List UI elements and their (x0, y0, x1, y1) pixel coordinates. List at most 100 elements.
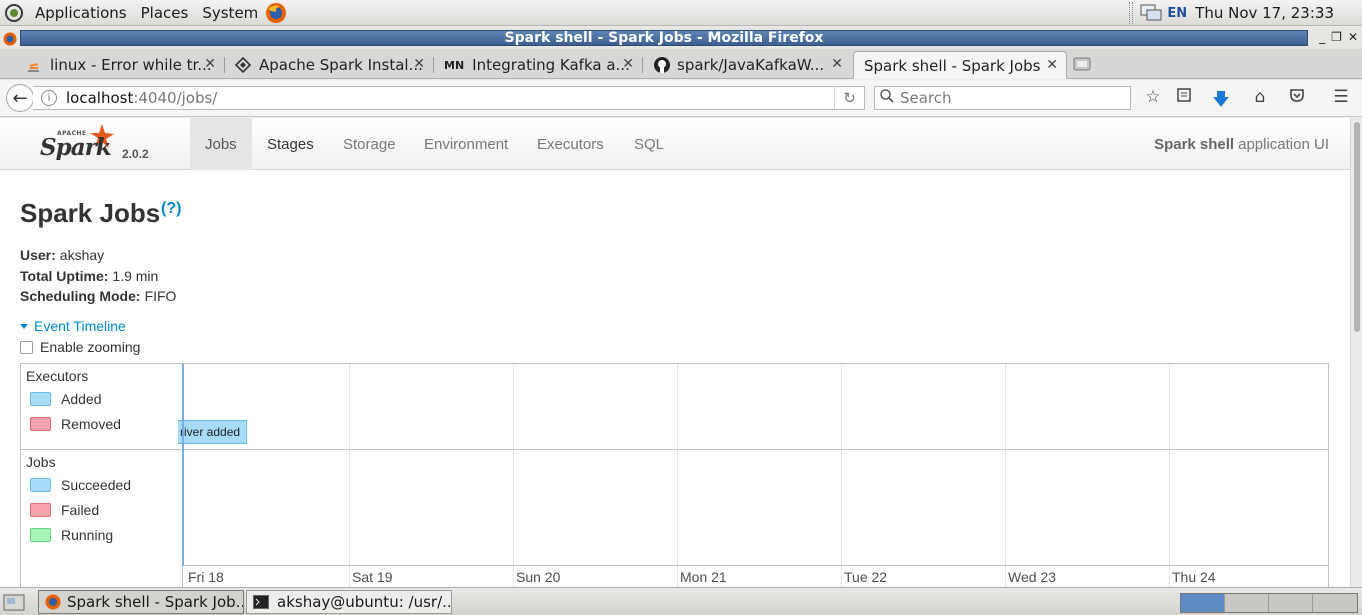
taskbar: Spark shell - Spark Job... akshay@ubuntu… (0, 587, 1362, 615)
failed-swatch (30, 503, 51, 517)
legend-removed: Removed (30, 416, 121, 432)
menu-system[interactable]: System (195, 0, 265, 26)
back-button[interactable]: ← (6, 84, 34, 112)
help-link[interactable]: (?) (161, 200, 181, 218)
workspace-1[interactable] (1181, 594, 1225, 612)
top-panel: Applications Places System EN Thu Nov 17… (0, 0, 1362, 26)
tab-close-icon[interactable]: ✕ (831, 56, 843, 72)
tab-linux-error[interactable]: linux - Error while tr... ✕ (16, 51, 224, 79)
bookmark-star-icon[interactable]: ☆ (1142, 87, 1164, 107)
group-executors: Executors (26, 368, 89, 384)
taskbar-label: akshay@ubuntu: /usr/... (277, 593, 452, 611)
legend-label: Added (61, 391, 102, 407)
gnome-foot-icon[interactable] (0, 0, 28, 26)
hamburger-menu-icon[interactable]: ☰ (1330, 87, 1352, 107)
day-sun-20: Sun 20 (516, 569, 561, 585)
maximize-button[interactable]: ❐ (1331, 30, 1342, 44)
tab-strip: linux - Error while tr... ✕ Apache Spark… (0, 49, 1362, 79)
legend-added: Added (30, 391, 101, 407)
menu-places[interactable]: Places (134, 0, 196, 26)
menu-applications[interactable]: Applications (28, 0, 134, 26)
url-bar[interactable]: i localhost :4040/jobs/ ↻ (33, 86, 865, 110)
tab-integrating-kafka[interactable]: MN Integrating Kafka a... ✕ (434, 51, 642, 79)
mn-site-icon: MN (444, 58, 465, 72)
event-timeline-toggle[interactable]: Event Timeline (20, 318, 126, 334)
page-content: APACHE Spark 2.0.2 Jobs Stages Storage E… (0, 118, 1350, 587)
url-host: localhost (66, 89, 134, 107)
legend-label: Succeeded (61, 477, 132, 493)
enable-zooming[interactable]: Enable zooming (20, 339, 140, 355)
search-bar[interactable]: Search (874, 86, 1131, 110)
diamond-site-icon (234, 56, 252, 74)
nav-environment[interactable]: Environment (409, 118, 523, 170)
home-icon[interactable]: ⌂ (1249, 87, 1271, 107)
firefox-window-icon[interactable] (3, 31, 17, 50)
workspace-switcher[interactable] (1180, 593, 1358, 613)
running-swatch (30, 528, 51, 542)
page-scrollbar[interactable] (1350, 118, 1362, 587)
keyboard-layout-indicator[interactable]: EN (1167, 6, 1187, 21)
github-icon (653, 56, 671, 74)
tab-apache-spark-install[interactable]: Apache Spark Instal... ✕ (225, 51, 433, 79)
day-sat-19: Sat 19 (352, 569, 393, 585)
firefox-launcher-icon[interactable] (265, 0, 291, 26)
reading-list-icon[interactable] (1173, 87, 1195, 108)
nav-stages[interactable]: Stages (252, 118, 329, 170)
workspace-3[interactable] (1269, 594, 1313, 612)
info-icon[interactable]: i (41, 90, 57, 106)
legend-failed: Failed (30, 502, 99, 518)
succeeded-swatch (30, 478, 51, 492)
tab-close-icon[interactable]: ✕ (622, 56, 634, 72)
nav-executors[interactable]: Executors (522, 118, 619, 170)
taskbar-firefox[interactable]: Spark shell - Spark Job... (38, 590, 244, 614)
tab-label: Apache Spark Instal... (259, 56, 423, 74)
user-info: User: akshay (20, 247, 104, 263)
tab-close-icon[interactable]: ✕ (413, 56, 425, 72)
back-arrow-icon: ← (12, 87, 28, 109)
tab-spark-jobs-active[interactable]: Spark shell - Spark Jobs ✕ (853, 51, 1067, 79)
clock[interactable]: Thu Nov 17, 23:33 (1195, 4, 1334, 22)
nav-bar: ← i localhost :4040/jobs/ ↻ Search ☆ 🡇 ⌂… (0, 80, 1362, 117)
timeline-now-line (182, 364, 184, 566)
legend-running: Running (30, 527, 113, 543)
event-timeline[interactable]: Executors Added Removed Jobs Succeeded F… (20, 363, 1329, 587)
window-titlebar[interactable]: Spark shell - Spark Jobs - Mozilla Firef… (0, 27, 1362, 49)
tab-close-icon[interactable]: ✕ (1046, 57, 1058, 73)
workspace-2[interactable] (1225, 594, 1269, 612)
firefox-icon (45, 594, 61, 610)
nav-storage[interactable]: Storage (328, 118, 411, 170)
search-placeholder: Search (900, 89, 952, 107)
new-tab-button[interactable] (1072, 56, 1094, 72)
zoom-checkbox[interactable] (20, 340, 33, 354)
workspace-4[interactable] (1313, 594, 1357, 612)
tab-close-icon[interactable]: ✕ (204, 56, 216, 72)
app-name: Spark shell (1154, 135, 1235, 153)
nav-sql[interactable]: SQL (619, 118, 679, 170)
app-suffix: application UI (1238, 135, 1329, 153)
downloads-icon[interactable]: 🡇 (1210, 87, 1232, 116)
day-mon-21: Mon 21 (680, 569, 727, 585)
minimize-button[interactable]: _ (1319, 30, 1325, 44)
nav-jobs[interactable]: Jobs (190, 118, 252, 170)
tab-label: spark/JavaKafkaW... (677, 56, 825, 74)
user-label: User: (20, 247, 56, 263)
uptime-info: Total Uptime: 1.9 min (20, 268, 158, 284)
user-value: akshay (59, 247, 105, 263)
reload-icon[interactable]: ↻ (834, 86, 864, 110)
tab-label: linux - Error while tr... (50, 56, 212, 74)
timeline-legend: Executors Added Removed Jobs Succeeded F… (21, 364, 183, 587)
pocket-icon[interactable] (1286, 87, 1308, 108)
show-desktop-icon[interactable] (3, 592, 27, 612)
timeline-legend-mask (141, 420, 178, 444)
network-icon[interactable] (1139, 3, 1165, 23)
taskbar-label: Spark shell - Spark Job... (67, 593, 244, 611)
tab-label: Integrating Kafka a... (472, 56, 630, 74)
close-window-button[interactable]: ✕ (1348, 30, 1358, 44)
day-tue-22: Tue 22 (844, 569, 888, 585)
spark-navbar: APACHE Spark 2.0.2 Jobs Stages Storage E… (0, 118, 1350, 170)
app-ui-title: Spark shell application UI (1154, 118, 1329, 170)
tab-github-javakafka[interactable]: spark/JavaKafkaW... ✕ (643, 51, 851, 79)
taskbar-terminal[interactable]: akshay@ubuntu: /usr/... (246, 590, 452, 614)
scrollbar-thumb[interactable] (1354, 122, 1360, 332)
day-thu-24: Thu 24 (1172, 569, 1216, 585)
